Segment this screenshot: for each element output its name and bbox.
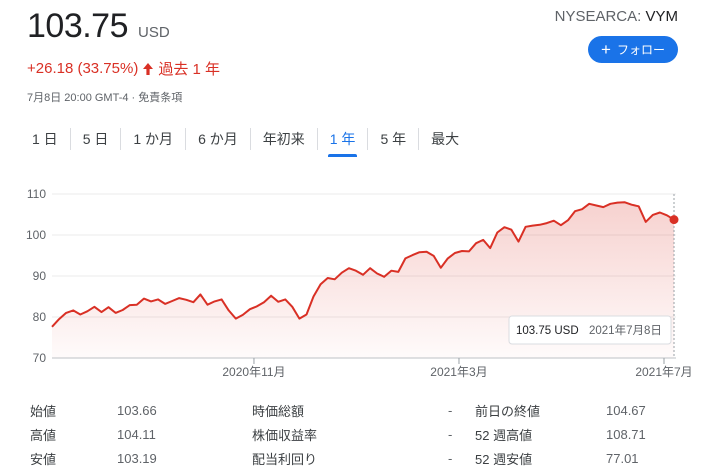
plus-icon: + (601, 40, 611, 59)
tab-range-2[interactable]: 1 か月 (121, 125, 185, 153)
y-tick-label: 110 (27, 187, 46, 201)
stat-label-c: 52 週安値 (475, 451, 533, 467)
stat-value-a: 104.11 (117, 426, 156, 442)
stat-value-c: 104.67 (606, 402, 646, 418)
x-tick-label: 2020年11月 (222, 365, 285, 379)
stat-label-a: 高値 (30, 427, 57, 443)
stat-label-b: 配当利回り (252, 451, 318, 467)
tab-range-3[interactable]: 6 か月 (186, 125, 250, 153)
price-change: +26.18 (33.75%) 過去 1 年 (27, 58, 220, 79)
stat-label-a: 始値 (30, 403, 57, 419)
stat-value-b: - (448, 426, 453, 442)
stat-label-a: 安値 (30, 451, 57, 467)
stats-row: 高値 104.11 株価収益率 - 52 週高値 108.71 (30, 422, 680, 446)
stat-label-c: 前日の終値 (475, 403, 541, 419)
tab-range-4[interactable]: 年初来 (251, 125, 317, 153)
tab-range-5[interactable]: 1 年 (318, 125, 368, 157)
stat-label-b: 株価収益率 (252, 427, 318, 443)
y-tick-label: 90 (33, 269, 47, 283)
range-tabs: 1 日5 日1 か月 6 か月 年初来 1 年5 年最大 (20, 124, 471, 157)
change-period: 過去 1 年 (158, 61, 221, 78)
x-tick-label: 2021年7月 (635, 365, 692, 379)
stat-label-b: 時価総額 (252, 403, 305, 419)
stat-value-c: 77.01 (606, 450, 639, 466)
x-tick-label: 2021年3月 (430, 365, 487, 379)
y-tick-label: 100 (26, 228, 46, 242)
stat-value-a: 103.66 (117, 402, 157, 418)
stats-row: 安値 103.19 配当利回り - 52 週安値 77.01 (30, 446, 680, 470)
arrow-up-icon (143, 62, 154, 75)
last-point (669, 215, 679, 225)
tab-range-6[interactable]: 5 年 (368, 125, 418, 153)
exchange-label: NYSEARCA: (554, 8, 646, 25)
tab-range-7[interactable]: 最大 (419, 125, 471, 153)
stat-value-a: 103.19 (117, 450, 157, 466)
stat-value-b: - (448, 450, 453, 466)
follow-button[interactable]: + フォロー (588, 36, 678, 63)
stats-row: 始値 103.66 時価総額 - 前日の終値 104.67 (30, 398, 680, 422)
price-chart[interactable]: 70 80 90 100 110 2020年11月 2021年3月 2021年7月 103.75… (0, 178, 706, 388)
change-value: +26.18 (33.75%) (27, 60, 139, 77)
currency-label: USD (138, 24, 170, 41)
stat-value-b: - (448, 402, 453, 418)
stat-label-c: 52 週高値 (475, 427, 533, 443)
tooltip-value: 103.75 USD (516, 325, 579, 337)
follow-button-label: フォロー (616, 43, 665, 57)
y-tick-label: 80 (33, 310, 47, 324)
stat-value-c: 108.71 (606, 426, 646, 442)
stats-table: 始値 103.66 時価総額 - 前日の終値 104.67 高値 104.11 株価収益率 - 52… (30, 398, 680, 470)
stock-price: 103.75 (27, 7, 129, 45)
tab-range-0[interactable]: 1 日 (20, 125, 70, 153)
symbol-label: VYM (645, 8, 678, 25)
tab-range-1[interactable]: 5 日 (71, 125, 121, 153)
y-tick-label: 70 (33, 351, 47, 365)
timestamp-disclaimer: 7月8日 20:00 GMT-4 · 免責条項 (27, 92, 183, 104)
tooltip-date: 2021年7月8日 (589, 323, 662, 337)
ticker-symbol: NYSEARCA: VYM (555, 8, 678, 25)
